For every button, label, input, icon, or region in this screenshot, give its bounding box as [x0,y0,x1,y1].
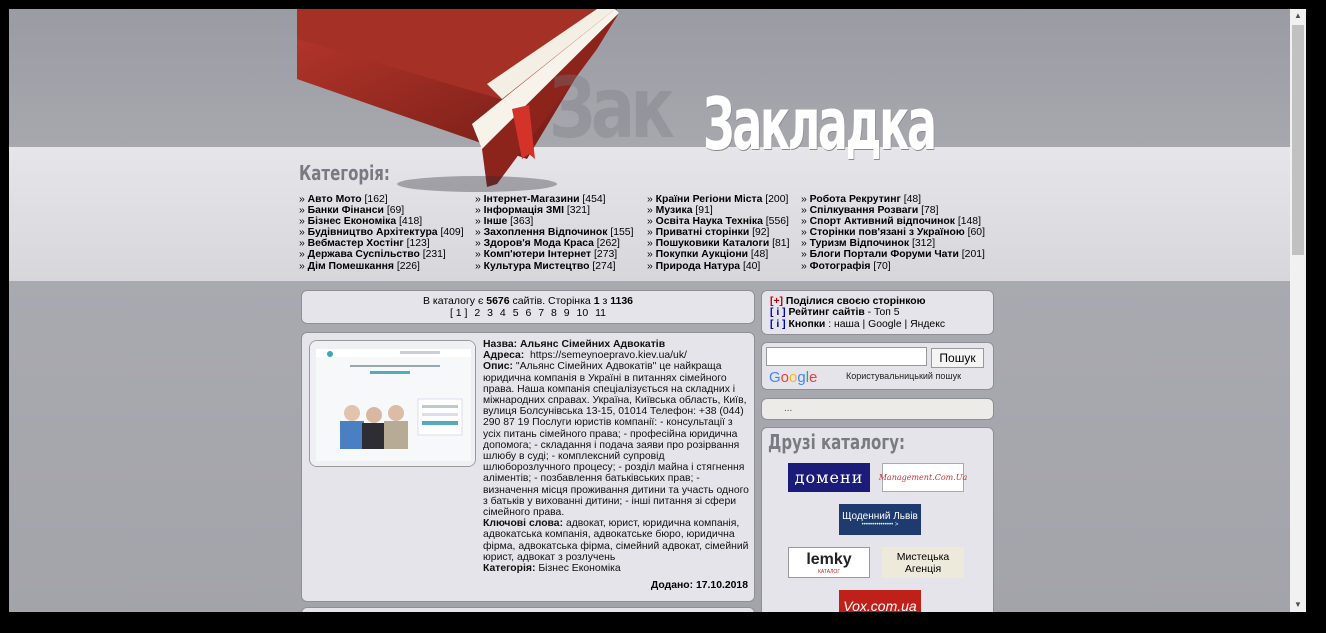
page-link[interactable]: 10 [577,307,589,319]
category-link[interactable]: » Освіта Наука Техніка [556] [647,216,789,227]
category-column-4: » Робота Рекрутинг [48] » Спілкування Ро… [801,194,985,272]
listing-name[interactable]: Альянс Сімейних Адвокатів [520,339,665,350]
category-link[interactable]: » Музика [91] [647,205,789,216]
info-icon: [ i ] [770,318,786,330]
category-link[interactable]: » Інше [363] [475,216,633,227]
site-thumbnail[interactable] [309,340,476,467]
search-button[interactable]: Пошук [931,348,984,368]
category-link[interactable]: » Пошуковики Каталоги [81] [647,238,789,249]
page-link[interactable]: 11 [595,307,606,319]
vertical-scrollbar[interactable]: ▲ ▼ [1290,9,1306,612]
share-plus-icon: [+] [770,296,783,307]
page-link[interactable]: 9 [564,307,570,319]
catalog-stats: В каталогу є 5676 сайтів. Сторінка 1 з 1… [422,295,633,307]
ad-placeholder: ... [761,398,994,420]
category-link[interactable]: » Блоги Портали Форуми Чати [201] [801,249,985,260]
site-logo[interactable]: Закладка [703,82,937,166]
category-link[interactable]: » Приватні сторінки [92] [647,227,789,238]
category-link[interactable]: » Бізнес Економіка [418] [299,216,464,227]
next-listing [301,607,755,612]
art-agency-banner[interactable]: Мистецька Агенція [882,547,964,578]
categories-title: Категорія: [299,161,390,185]
category-link[interactable]: » Комп'ютери Інтернет [273] [475,249,633,260]
category-column-3: » Країни Регіони Міста [200] » Музика [9… [647,194,789,272]
buttons-label: Кнопки [788,318,826,330]
window-frame [1306,0,1326,633]
domains-banner[interactable]: домени [788,463,870,492]
listing-description: "Альянс Сімейних Адвокатів" це найкраща … [483,361,749,519]
scroll-thumb[interactable] [1292,25,1304,255]
category-link[interactable]: » Інформація ЗМІ [321] [475,205,633,216]
page-link[interactable]: 5 [513,307,519,319]
friends-box: Друзі каталогу: домени Management.Com.Ua… [761,427,994,612]
top-link[interactable]: - Топ 5 [865,307,900,318]
browser-viewport: Зак Закладка Категорія: » Авто Мото [162… [9,9,1290,612]
category-link[interactable]: » Сторінки пов'язані з Україною [60] [801,227,985,238]
search-input[interactable] [766,347,927,366]
listing-details: Назва: Альянс Сімейних Адвокатів Адреса:… [483,339,749,575]
current-page: [ 1 ] [449,306,468,319]
google-logo: Google [769,369,818,386]
buttons-google-link[interactable]: Google [868,319,902,330]
logo-shadow-text: Зак [549,59,675,157]
management-banner[interactable]: Management.Com.Ua [879,463,967,492]
page-link[interactable]: 2 [474,307,480,319]
scroll-down-arrow-icon[interactable]: ▼ [1290,598,1306,612]
page-link[interactable]: 8 [551,307,557,319]
friends-title: Друзі каталогу: [768,430,905,454]
page-link[interactable]: 7 [538,307,544,319]
category-link[interactable]: » Авто Мото [162] [299,194,464,205]
category-link[interactable]: » Будівництво Архітектура [409] [299,227,464,238]
category-column-2: » Інтернет-Магазини [454] » Інформація З… [475,194,633,272]
category-link[interactable]: » Культура Мистецтво [274] [475,261,633,272]
listing-added-date: Додано: 17.10.2018 [650,580,748,591]
category-link[interactable]: » Фотографія [70] [801,261,985,272]
page-link[interactable]: 4 [500,307,506,319]
category-link[interactable]: » Покупки Аукціони [48] [647,249,789,260]
share-link[interactable]: Поділися своєю сторінкою [786,296,926,307]
category-link[interactable]: » Банки Фінанси [69] [299,205,464,216]
page-link[interactable]: 6 [525,307,531,319]
page-links: [ 1 ] 2 3 4 5 6 7 8 9 10 11 [302,306,754,320]
buttons-yandex-link[interactable]: Яндекс [910,319,945,330]
search-box: Пошук Google Користувальницький пошук [761,342,994,390]
category-link[interactable]: » Робота Рекрутинг [48] [801,194,985,205]
site-listing: Назва: Альянс Сімейних Адвокатів Адреса:… [301,332,755,602]
page-link[interactable]: 3 [487,307,493,319]
buttons-ours-link[interactable]: наша [834,319,860,330]
info-icon: [ i ] [770,307,786,319]
category-link[interactable]: » Країни Регіони Міста [200] [647,194,789,205]
lemky-banner[interactable]: lemky КАТАЛОГ [788,547,870,578]
category-link[interactable]: » Спорт Активний відпочинок [148] [801,216,985,227]
category-link[interactable]: » Дім Помешкання [226] [299,261,464,272]
catalog-pager: В каталогу є 5676 сайтів. Сторінка 1 з 1… [301,290,755,324]
category-link[interactable]: » Інтернет-Магазини [454] [475,194,633,205]
category-link[interactable]: » Природа Натура [40] [647,261,789,272]
category-link[interactable]: » Здоров'я Мода Краса [262] [475,238,633,249]
vox-banner[interactable]: Vox.com.ua [839,590,921,612]
category-link[interactable]: » Туризм Відпочинок [312] [801,238,985,249]
search-caption: Користувальницький пошук [846,371,962,381]
category-link[interactable]: » Вебмастер Хостінг [123] [299,238,464,249]
category-link[interactable]: » Захоплення Відпочинок [155] [475,227,633,238]
category-link[interactable]: » Держава Суспільство [231] [299,249,464,260]
listing-address[interactable]: https://semeynoepravo.kiev.ua/uk/ [530,350,687,361]
category-column-1: » Авто Мото [162] » Банки Фінанси [69] »… [299,194,464,272]
scroll-up-arrow-icon[interactable]: ▲ [1290,9,1306,23]
share-box: [+] Поділися своєю сторінкою [ i ] Рейти… [761,290,994,335]
listing-category[interactable]: Бізнес Економіка [538,563,620,574]
category-link[interactable]: » Спілкування Розваги [78] [801,205,985,216]
daily-lviv-banner[interactable]: Щоденний Львів ••••••••••••••• > [839,504,921,535]
rating-link[interactable]: Рейтинг сайтів [788,307,864,318]
